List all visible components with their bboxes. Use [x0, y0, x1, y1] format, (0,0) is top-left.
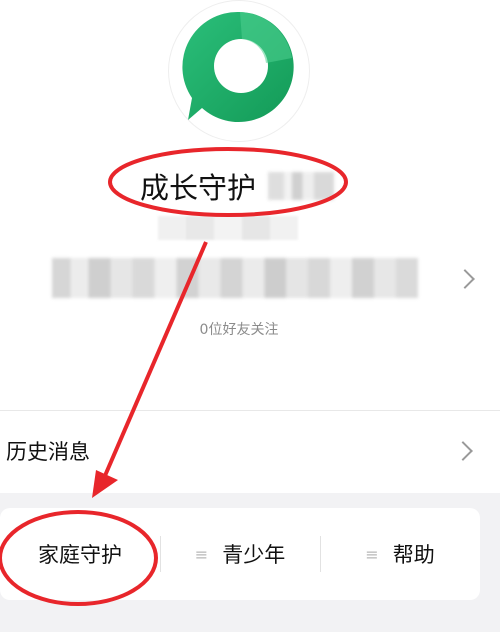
menu-lines-icon: ≡: [365, 544, 379, 564]
menu-item-youth[interactable]: ≡ 青少年: [160, 508, 320, 600]
menu-item-family-guard[interactable]: 家庭守护: [0, 508, 160, 600]
bottom-menu: 家庭守护 ≡ 青少年 ≡ 帮助: [0, 508, 480, 600]
chevron-right-icon[interactable]: [455, 269, 475, 289]
history-messages-row[interactable]: 历史消息: [0, 411, 500, 493]
redacted-name-suffix: [268, 172, 334, 200]
chat-bubble-icon: [182, 11, 294, 122]
menu-item-label: 青少年: [222, 543, 286, 567]
menu-item-label: 帮助: [392, 543, 435, 567]
menu-lines-icon: ≡: [194, 544, 209, 564]
chevron-right-icon: [453, 441, 473, 461]
redacted-description[interactable]: [52, 258, 418, 298]
history-messages-label: 历史消息: [6, 440, 90, 464]
redacted-account-id: [158, 216, 298, 240]
followers-count: 0位好友关注: [199, 322, 279, 338]
profile-header: 成长守护 0位好友关注: [0, 0, 500, 410]
menu-item-label: 家庭守护: [38, 543, 122, 567]
menu-item-help[interactable]: ≡ 帮助: [320, 508, 480, 600]
